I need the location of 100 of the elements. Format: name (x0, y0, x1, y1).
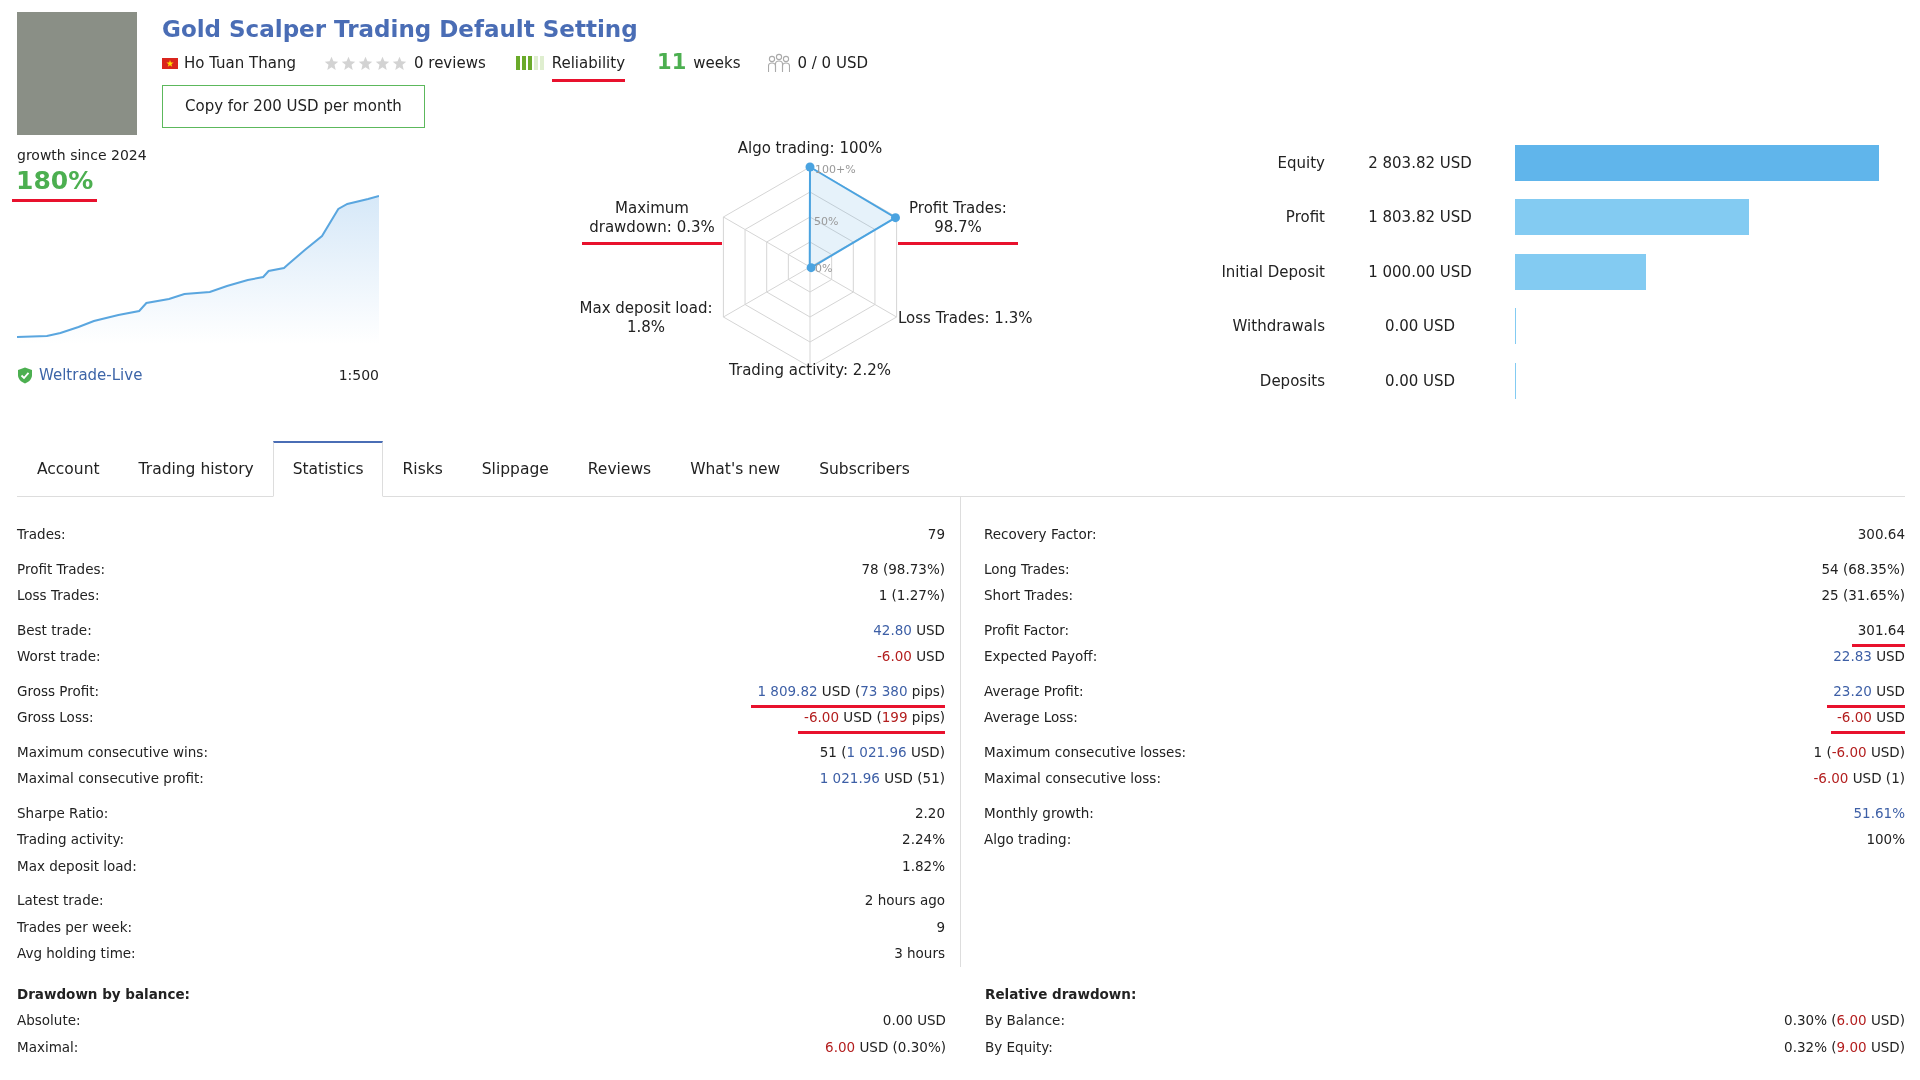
balance-value: 1 000.00 USD (1367, 261, 1473, 283)
strategy-title: Gold Scalper Trading Default Setting (162, 15, 638, 44)
stat-value: 0.00 USD (882, 1011, 946, 1031)
stat-value: 1 (1.27%) (878, 586, 945, 606)
stat-label: Trades per week: (17, 917, 133, 937)
stat-label: Trading activity: (17, 830, 125, 850)
section-heading: Drawdown by balance: (17, 984, 191, 1004)
tab[interactable]: Reviews (567, 441, 671, 497)
stat-label: Recovery Factor: (984, 525, 1097, 545)
stat-label: Expected Payoff: (984, 647, 1098, 667)
balance-label: Equity (1276, 153, 1325, 174)
tab[interactable]: Risks (382, 441, 462, 497)
stat-value: 51 (1 021.96 USD) (819, 742, 945, 762)
stat-label: Average Profit: (984, 681, 1084, 701)
stat-label: Maximal consecutive loss: (984, 769, 1161, 789)
radar-axis-label: Max deposit load: 1.8% (578, 299, 714, 337)
flag-icon (162, 57, 178, 69)
stat-label: Profit Factor: (984, 620, 1070, 640)
leverage-value: 1:500 (338, 365, 379, 385)
balance-value: 0.00 USD (1383, 370, 1457, 392)
weeks-number: 11 (657, 49, 687, 77)
broker-link[interactable]: Weltrade-Live (39, 364, 143, 387)
reviews-count[interactable]: 0 reviews (414, 51, 486, 75)
ring-label: 100+% (815, 163, 856, 176)
shield-check-icon (17, 366, 33, 384)
stat-label: Maximum consecutive wins: (17, 742, 208, 762)
stat-label: Monthly growth: (984, 803, 1094, 823)
growth-caption: growth since 2024 (17, 146, 148, 165)
star-icon (392, 55, 407, 71)
star-icon (358, 55, 373, 71)
stat-value: -6.00 USD (876, 647, 945, 667)
balance-label: Withdrawals (1231, 316, 1325, 338)
radar-point (806, 263, 816, 273)
stat-label: By Equity: (985, 1037, 1053, 1057)
stat-value: -6.00 USD (1) (1813, 769, 1905, 789)
balance-label: Initial Deposit (1220, 261, 1325, 283)
tab[interactable]: What's new (670, 441, 800, 497)
radar-axis-label: Maximum drawdown: 0.3% (582, 199, 722, 245)
stat-label: Latest trade: (17, 891, 104, 911)
stat-value: 51.61% (1853, 803, 1905, 823)
stat-value: 42.80 USD (873, 620, 945, 640)
balance-value: 0.00 USD (1383, 316, 1457, 338)
stat-label: Average Loss: (984, 708, 1078, 728)
weeks-label: weeks (693, 52, 741, 74)
tab[interactable]: Trading history (118, 441, 273, 497)
tab[interactable]: Subscribers (799, 441, 929, 497)
radar-axis-label: Loss Trades: 1.3% (898, 309, 1034, 328)
stat-value: 54 (68.35%) (1821, 559, 1905, 579)
stat-label: By Balance: (985, 1011, 1065, 1031)
radar-axis-label: Trading activity: 2.2% (728, 361, 892, 380)
author-name[interactable]: Ho Tuan Thang (184, 51, 296, 75)
stat-label: Trades: (17, 525, 66, 545)
stat-value: 22.83 USD (1833, 647, 1905, 667)
stat-label: Avg holding time: (17, 944, 136, 964)
stat-label: Algo trading: (984, 830, 1072, 850)
tab[interactable]: Slippage (461, 441, 568, 497)
radar-axis-label: Algo trading: 100% (736, 139, 884, 158)
stat-value: 79 (927, 525, 945, 545)
stat-value: 78 (98.73%) (861, 559, 945, 579)
copy-button[interactable]: Copy for 200 USD per month (162, 85, 425, 128)
stat-label: Loss Trades: (17, 586, 100, 606)
stat-value: 2.20 (914, 803, 945, 823)
stat-label: Worst trade: (17, 647, 101, 667)
stat-value: 2 hours ago (864, 891, 945, 911)
stat-label: Short Trades: (984, 586, 1074, 606)
stat-value: 25 (31.65%) (1821, 586, 1905, 606)
stat-label: Long Trades: (984, 559, 1070, 579)
stat-label: Sharpe Ratio: (17, 803, 109, 823)
stat-label: Gross Profit: (17, 681, 100, 701)
stat-value: 100% (1866, 830, 1905, 850)
subscribers-summary: 0 / 0 USD (797, 52, 868, 74)
balance-value: 1 803.82 USD (1367, 207, 1473, 229)
balance-label: Profit (1284, 207, 1325, 229)
stat-value: 0.32% (9.00 USD) (1784, 1037, 1905, 1057)
stat-label: Max deposit load: (17, 856, 137, 876)
balance-label: Deposits (1258, 370, 1325, 392)
stat-value: 0.30% (6.00 USD) (1784, 1011, 1905, 1031)
stat-value: 1 021.96 USD (51) (819, 769, 945, 789)
stat-label: Gross Loss: (17, 708, 94, 728)
stat-value: 3 hours (894, 944, 945, 964)
stat-value: 1.82% (902, 856, 945, 876)
star-icon (324, 55, 339, 71)
star-icon (341, 55, 356, 71)
radar-point (805, 162, 815, 172)
stat-label: Maximal: (17, 1037, 79, 1057)
people-icon (768, 53, 791, 73)
radar-axis-label: Profit Trades: 98.7% (898, 199, 1018, 245)
stat-label: Absolute: (17, 1011, 81, 1031)
tab[interactable]: Account (17, 441, 119, 497)
stat-label: Maximal consecutive profit: (17, 769, 204, 789)
section-heading: Relative drawdown: (985, 984, 1138, 1004)
stat-value: 9 (936, 917, 945, 937)
stat-label: Profit Trades: (17, 559, 106, 579)
stat-value: 300.64 (1857, 525, 1905, 545)
ring-label: 0% (815, 262, 833, 275)
stat-value: 1 (-6.00 USD) (1813, 742, 1905, 762)
star-icon (375, 55, 390, 71)
stat-value: 2.24% (902, 830, 945, 850)
tab[interactable]: Statistics (272, 441, 383, 497)
stat-label: Maximum consecutive losses: (984, 742, 1186, 762)
